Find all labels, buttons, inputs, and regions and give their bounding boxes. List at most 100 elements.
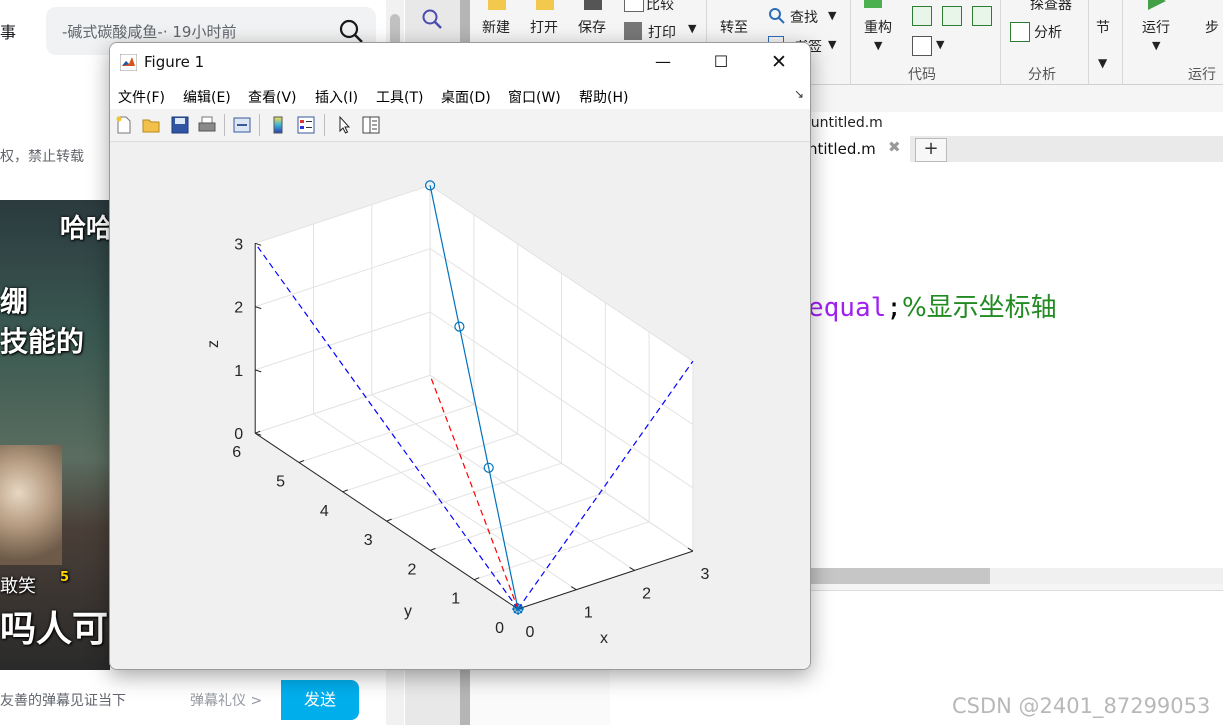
menu-window[interactable]: 窗口(W) xyxy=(508,87,561,107)
x-tick-label: 2 xyxy=(642,585,651,602)
chevron-down-icon[interactable]: ▼ xyxy=(936,38,944,51)
link-icon[interactable] xyxy=(232,115,252,135)
compare-button[interactable]: 比较 xyxy=(646,0,674,14)
figure-window[interactable]: Figure 1 — ☐ ✕ 文件(F) 编辑(E) 查看(V) 插入(I) 工… xyxy=(109,42,811,670)
menu-view[interactable]: 查看(V) xyxy=(248,87,297,107)
run-icon xyxy=(1148,0,1166,10)
open-folder-icon[interactable] xyxy=(141,115,161,135)
profiler-button[interactable]: 探查器 xyxy=(1030,0,1072,14)
cat-thumbnail xyxy=(0,445,62,565)
y-tick-label: 0 xyxy=(495,620,504,637)
header-text: 事 xyxy=(0,23,17,42)
save-icon[interactable] xyxy=(170,115,190,135)
new-file-icon[interactable] xyxy=(114,115,134,135)
search-text: -碱式碳酸咸鱼-· 19小时前 xyxy=(62,23,237,41)
z-tick-label: 2 xyxy=(234,300,243,317)
goto-button[interactable]: 转至 xyxy=(720,17,748,37)
z-tick-label: 1 xyxy=(234,363,243,380)
y-tick-label: 2 xyxy=(407,561,416,578)
video-caption: 敢笑 xyxy=(0,576,36,597)
close-button[interactable]: ✕ xyxy=(750,43,808,81)
print-icon xyxy=(624,22,642,40)
x-tick-label: 1 xyxy=(584,605,593,622)
3d-line-chart[interactable]: 012301234560123xyz xyxy=(110,142,810,669)
step-button[interactable]: 步 xyxy=(1205,17,1219,37)
new-icon xyxy=(488,0,506,10)
section-label-run: 运行 xyxy=(1188,67,1216,83)
legend-icon[interactable] xyxy=(296,115,316,135)
menu-help[interactable]: 帮助(H) xyxy=(579,87,628,107)
print-button[interactable]: 打印 xyxy=(648,22,676,42)
pointer-icon[interactable] xyxy=(334,115,354,135)
new-button[interactable]: 新建 xyxy=(482,17,510,37)
x-tick-label: 3 xyxy=(700,566,709,583)
code-comment: %显示坐标轴 xyxy=(901,293,1057,323)
code-line[interactable]: equal;%显示坐标轴 xyxy=(808,287,1057,324)
analyze-button[interactable]: 分析 xyxy=(1034,22,1062,42)
chevron-down-icon[interactable]: ▼ xyxy=(1152,39,1160,52)
chevron-down-icon[interactable]: ▼ xyxy=(828,9,836,22)
horizontal-scrollbar-thumb[interactable] xyxy=(810,568,990,584)
chevron-down-icon[interactable]: ▼ xyxy=(1098,56,1107,70)
section-label-code: 代码 xyxy=(908,67,936,83)
menu-desktop[interactable]: 桌面(D) xyxy=(441,87,491,107)
send-button[interactable]: 发送 xyxy=(281,680,359,720)
refactor-icon xyxy=(864,0,882,8)
print-icon[interactable] xyxy=(197,115,217,135)
code-keyword: equal xyxy=(808,293,887,323)
chevron-down-icon[interactable]: ▼ xyxy=(828,38,836,51)
y-tick-label: 3 xyxy=(364,532,373,549)
x-axis-label: x xyxy=(600,630,608,647)
copyright-notice: 权，禁止转载 xyxy=(0,149,84,165)
danmu-etiquette-link[interactable]: 弹幕礼仪 > xyxy=(190,690,262,710)
close-icon[interactable]: ✖ xyxy=(888,138,901,156)
refactor-button[interactable]: 重构 xyxy=(864,17,892,37)
maximize-button[interactable]: ☐ xyxy=(692,43,750,81)
code-punct: ; xyxy=(886,293,902,323)
z-tick-label: 3 xyxy=(234,236,243,253)
file-path: \untitled.m xyxy=(806,115,883,131)
video-caption: 吗人可 xyxy=(0,609,109,650)
outdent-icon[interactable] xyxy=(972,6,992,26)
search-icon[interactable] xyxy=(421,8,443,30)
video-caption: 哈哈 xyxy=(60,214,110,244)
menu-insert[interactable]: 插入(I) xyxy=(315,87,358,107)
figure-plot-area[interactable]: 012301234560123xyz xyxy=(110,142,810,669)
menu-tools[interactable]: 工具(T) xyxy=(376,87,423,107)
function-icon[interactable] xyxy=(912,36,932,56)
indent-icon[interactable] xyxy=(942,6,962,26)
figure-menubar: 文件(F) 编辑(E) 查看(V) 插入(I) 工具(T) 桌面(D) 窗口(W… xyxy=(110,81,810,110)
y-tick-label: 5 xyxy=(276,474,285,491)
new-tab-button[interactable]: + xyxy=(915,138,947,162)
menu-file[interactable]: 文件(F) xyxy=(118,87,165,107)
figure-toolbar xyxy=(110,109,810,142)
find-button[interactable]: 查找 xyxy=(790,7,818,27)
chevron-down-icon[interactable]: ▼ xyxy=(874,39,882,52)
video-player[interactable]: 哈哈 绷 技能的 敢笑 5 吗人可 xyxy=(0,200,110,670)
video-caption: 绷 xyxy=(0,285,29,318)
save-button[interactable]: 保存 xyxy=(578,17,606,37)
minimize-button[interactable]: — xyxy=(634,43,692,81)
tab-label: ntitled.m xyxy=(808,140,876,158)
format-icon[interactable] xyxy=(912,6,932,26)
find-icon xyxy=(769,8,785,24)
dock-arrow-icon[interactable]: ↘ xyxy=(794,87,804,101)
danmu-input[interactable]: 友善的弹幕见证当下 xyxy=(0,690,126,710)
z-axis-label: z xyxy=(205,340,222,348)
property-editor-icon[interactable] xyxy=(361,115,381,135)
menu-edit[interactable]: 编辑(E) xyxy=(183,87,231,107)
compare-icon xyxy=(624,0,644,12)
colorbar-icon[interactable] xyxy=(268,115,288,135)
figure-titlebar[interactable]: Figure 1 — ☐ ✕ xyxy=(110,43,810,81)
watermark: CSDN @2401_87299053 xyxy=(952,694,1211,718)
search-icon[interactable] xyxy=(338,18,364,44)
open-button[interactable]: 打开 xyxy=(530,17,558,37)
y-tick-label: 1 xyxy=(451,591,460,608)
video-caption: 技能的 xyxy=(0,325,85,358)
open-icon xyxy=(536,0,554,10)
video-caption: 5 xyxy=(60,570,70,585)
section-button[interactable]: 节 xyxy=(1096,17,1110,37)
chevron-down-icon[interactable]: ▼ xyxy=(688,22,696,35)
matlab-logo-icon xyxy=(120,54,137,71)
run-button[interactable]: 运行 xyxy=(1142,17,1170,37)
